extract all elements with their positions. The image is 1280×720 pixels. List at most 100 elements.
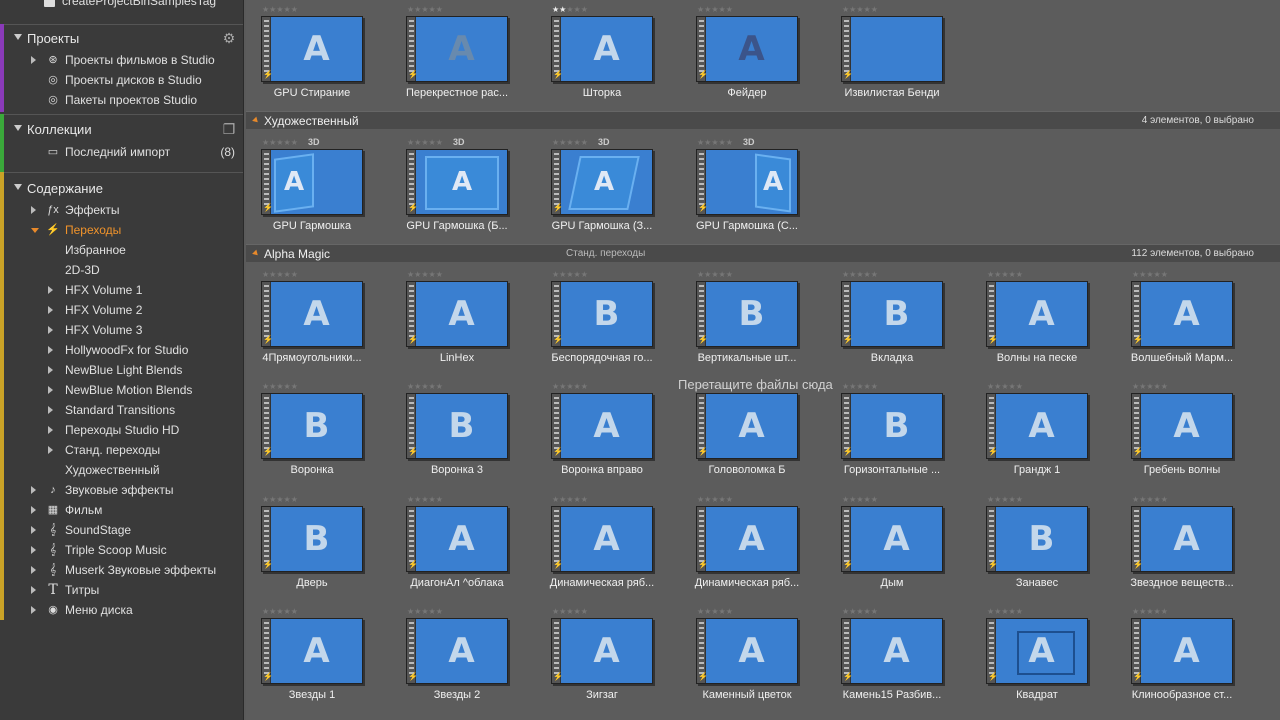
transition-thumbnail[interactable]: ⚡ A: [406, 281, 508, 347]
sidebar-item-content-6[interactable]: HFX Volume 3: [4, 320, 243, 340]
transition-thumbnail[interactable]: ⚡: [841, 16, 943, 82]
transition-tile[interactable]: ★★★★★ ⚡ A Динамическая ряб...: [681, 496, 811, 606]
transition-thumbnail[interactable]: ⚡ A: [551, 618, 653, 684]
transition-thumbnail[interactable]: ⚡ A: [696, 393, 798, 459]
transition-tile[interactable]: ★★★★★ ⚡ A ДиагонАл ^облака: [391, 496, 521, 606]
rating-stars[interactable]: ★★★★★: [407, 139, 443, 147]
sidebar-item-content-14[interactable]: ♪ Звуковые эффекты: [4, 480, 243, 500]
transition-thumbnail[interactable]: ⚡ A: [261, 618, 363, 684]
transition-tile[interactable]: ★★★★★ ⚡ B Воронка 3: [391, 383, 521, 493]
sidebar-item-content-9[interactable]: NewBlue Motion Blends: [4, 380, 243, 400]
transition-tile[interactable]: ★★★★★ ⚡ A Звездное веществ...: [1116, 496, 1246, 606]
transition-tile[interactable]: ★★★★★ ⚡ A Фейдер: [681, 6, 811, 116]
collapse-arrow-icon[interactable]: [31, 228, 39, 233]
expand-arrow-icon[interactable]: [48, 286, 53, 294]
sidebar-item-content-4[interactable]: HFX Volume 1: [4, 280, 243, 300]
transition-thumbnail[interactable]: ⚡ A: [551, 16, 653, 82]
rating-stars[interactable]: ★★★★★: [697, 139, 733, 147]
rating-stars[interactable]: ★★★★★: [407, 383, 443, 391]
sidebar-item-content-0[interactable]: ƒx Эффекты: [4, 200, 243, 220]
collapse-triangle-icon[interactable]: [14, 34, 22, 40]
sidebar-item-content-12[interactable]: Станд. переходы: [4, 440, 243, 460]
transition-thumbnail[interactable]: ⚡ A: [261, 281, 363, 347]
sidebar-item-content-1[interactable]: ⚡ Переходы: [4, 220, 243, 240]
transition-thumbnail[interactable]: ⚡ A: [986, 618, 1088, 684]
transition-thumbnail[interactable]: ⚡ A: [696, 149, 798, 215]
transition-thumbnail[interactable]: ⚡ A: [261, 16, 363, 82]
projects-settings-icon[interactable]: ⚙: [221, 30, 237, 46]
rating-stars[interactable]: ★★★★★: [552, 496, 588, 504]
sidebar-item-last-import[interactable]: ▭ Последний импорт (8): [4, 142, 243, 172]
expand-arrow-icon[interactable]: [31, 526, 36, 534]
transition-thumbnail[interactable]: ⚡ B: [261, 506, 363, 572]
transition-tile[interactable]: ★★★★★ ⚡ A Квадрат: [971, 608, 1101, 718]
transition-thumbnail[interactable]: ⚡ A: [1131, 281, 1233, 347]
rating-stars[interactable]: ★★★★★: [407, 496, 443, 504]
expand-arrow-icon[interactable]: [48, 346, 53, 354]
sidebar-item-content-17[interactable]: 𝄞 Triple Scoop Music: [4, 540, 243, 560]
collections-header[interactable]: Коллекции ❐: [4, 114, 243, 142]
transition-tile[interactable]: ★★★★★ ⚡ B Дверь: [246, 496, 376, 606]
expand-arrow-icon[interactable]: [48, 306, 53, 314]
sidebar-item-top[interactable]: createProjectBinSamplesTag: [0, 0, 243, 18]
rating-stars[interactable]: ★★★★★: [407, 608, 443, 616]
transition-thumbnail[interactable]: ⚡ A: [986, 281, 1088, 347]
rating-stars[interactable]: ★★★★★: [987, 383, 1023, 391]
rating-stars[interactable]: ★★★★★: [842, 6, 878, 14]
rating-stars[interactable]: ★★★★★: [842, 271, 878, 279]
expand-arrow-icon[interactable]: [31, 586, 36, 594]
sidebar-item-content-11[interactable]: Переходы Studio HD: [4, 420, 243, 440]
rating-stars[interactable]: ★★★★★: [697, 6, 733, 14]
sidebar-item-content-18[interactable]: 𝄞 Muserk Звуковые эффекты: [4, 560, 243, 580]
transition-thumbnail[interactable]: ⚡ A: [986, 393, 1088, 459]
transition-tile[interactable]: ★★★★★ ⚡ A Шторка: [536, 6, 666, 116]
rating-stars[interactable]: ★★★★★: [842, 383, 878, 391]
expand-arrow-icon[interactable]: [48, 446, 53, 454]
rating-stars[interactable]: ★★★★★: [262, 6, 298, 14]
transition-thumbnail[interactable]: ⚡ A: [406, 618, 508, 684]
transition-tile[interactable]: ★★★★★ ⚡ B Занавес: [971, 496, 1101, 606]
transition-tile[interactable]: ★★★★★ ⚡ A Волшебный Марм...: [1116, 271, 1246, 381]
transition-thumbnail[interactable]: ⚡ B: [841, 281, 943, 347]
sidebar-item-content-10[interactable]: Standard Transitions: [4, 400, 243, 420]
rating-stars[interactable]: ★★★★★: [262, 608, 298, 616]
transition-tile[interactable]: ★★★★★ ⚡ A Перекрестное рас...: [391, 6, 521, 116]
transition-thumbnail[interactable]: ⚡ B: [261, 393, 363, 459]
sidebar-item-content-2[interactable]: Избранное: [4, 240, 243, 260]
transition-tile[interactable]: ★★★★★ 3D ⚡ A GPU Гармошка (Б...: [391, 137, 521, 249]
transition-thumbnail[interactable]: ⚡ A: [406, 16, 508, 82]
sidebar-item-content-5[interactable]: HFX Volume 2: [4, 300, 243, 320]
transition-thumbnail[interactable]: ⚡ A: [551, 506, 653, 572]
transition-thumbnail[interactable]: ⚡ A: [261, 149, 363, 215]
rating-stars[interactable]: ★★★★★: [987, 608, 1023, 616]
expand-arrow-icon[interactable]: [31, 486, 36, 494]
transition-tile[interactable]: ★★★★★ ⚡ A Грандж 1: [971, 383, 1101, 493]
rating-stars[interactable]: ★★★★★: [552, 271, 588, 279]
sidebar-item-content-19[interactable]: T Титры: [4, 580, 243, 600]
expand-arrow-icon[interactable]: [31, 546, 36, 554]
rating-stars[interactable]: ★★★★★: [1132, 608, 1168, 616]
transition-tile[interactable]: ★★★★★ ⚡ A Каменный цветок: [681, 608, 811, 718]
rating-stars[interactable]: ★★★★★: [842, 608, 878, 616]
sidebar-item-content-16[interactable]: 𝄞 SoundStage: [4, 520, 243, 540]
rating-stars[interactable]: ★★★★★: [697, 608, 733, 616]
collapse-triangle-icon[interactable]: [14, 184, 22, 190]
expand-arrow-icon[interactable]: [48, 366, 53, 374]
rating-stars[interactable]: ★★★★★: [552, 139, 588, 147]
transition-tile[interactable]: ★★★★★ ⚡ A Звезды 2: [391, 608, 521, 718]
transition-tile[interactable]: ★★★★★ ⚡ A Гребень волны: [1116, 383, 1246, 493]
sidebar-item-content-20[interactable]: ◉ Меню диска: [4, 600, 243, 620]
transition-tile[interactable]: ★★★★★ ⚡ B Воронка: [246, 383, 376, 493]
collapse-triangle-icon[interactable]: [252, 116, 260, 125]
transition-tile[interactable]: ★★★★★ ⚡ B Вкладка: [826, 271, 956, 381]
sidebar-item-movie-projects[interactable]: ⊛ Проекты фильмов в Studio: [4, 50, 243, 70]
transition-thumbnail[interactable]: ⚡ A: [841, 618, 943, 684]
transition-tile[interactable]: ★★★★★ ⚡ B Беспорядочная го...: [536, 271, 666, 381]
rating-stars[interactable]: ★★★★★: [552, 6, 588, 14]
transition-tile[interactable]: ★★★★★ ⚡ A Динамическая ряб...: [536, 496, 666, 606]
expand-arrow-icon[interactable]: [31, 56, 36, 64]
transition-thumbnail[interactable]: ⚡ B: [986, 506, 1088, 572]
transition-tile[interactable]: ★★★★★ ⚡ A 4Прямоугольники...: [246, 271, 376, 381]
transition-tile[interactable]: ★★★★★ ⚡ A LinHex: [391, 271, 521, 381]
sidebar-item-content-8[interactable]: NewBlue Light Blends: [4, 360, 243, 380]
